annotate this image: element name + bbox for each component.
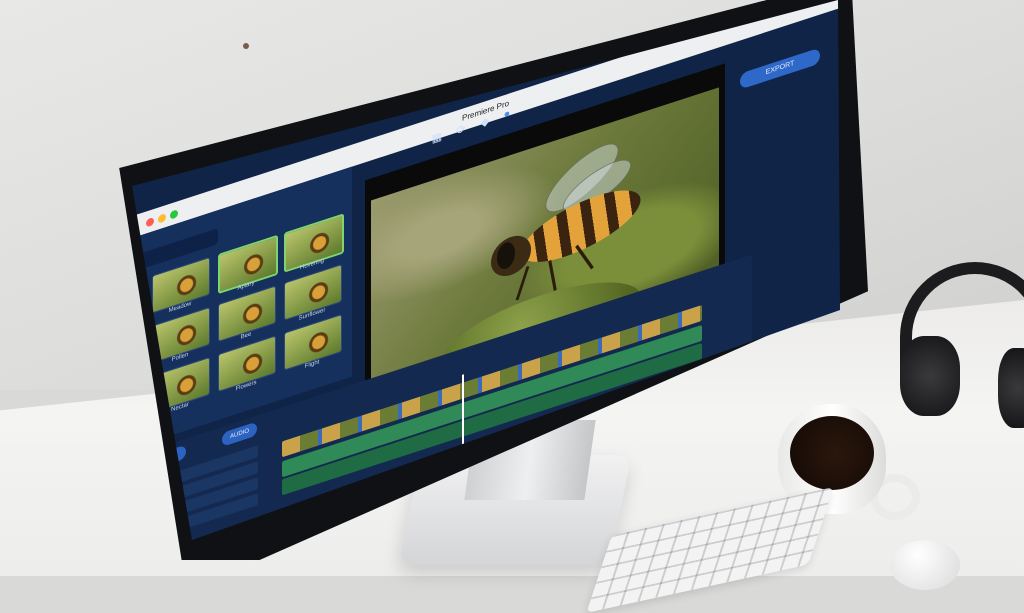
mouse [890, 540, 960, 590]
bee-leg [548, 259, 557, 292]
headphone-earcup [998, 348, 1024, 428]
close-window-button[interactable] [146, 216, 154, 228]
headphone-earcup [900, 336, 960, 416]
calendar-icon[interactable]: ▦ [430, 129, 444, 148]
export-button[interactable]: EXPORT [740, 47, 820, 90]
coffee [790, 416, 874, 490]
minimize-window-button[interactable] [158, 213, 166, 224]
tab-audio[interactable]: AUDIO [222, 421, 258, 447]
shield-icon[interactable]: ◆ [478, 113, 492, 132]
wall-mark [243, 43, 249, 49]
headphones [890, 262, 1024, 432]
maximize-window-button[interactable] [170, 209, 178, 220]
record-icon[interactable]: ● [500, 106, 514, 125]
sync-icon[interactable]: ⟳ [454, 121, 468, 140]
